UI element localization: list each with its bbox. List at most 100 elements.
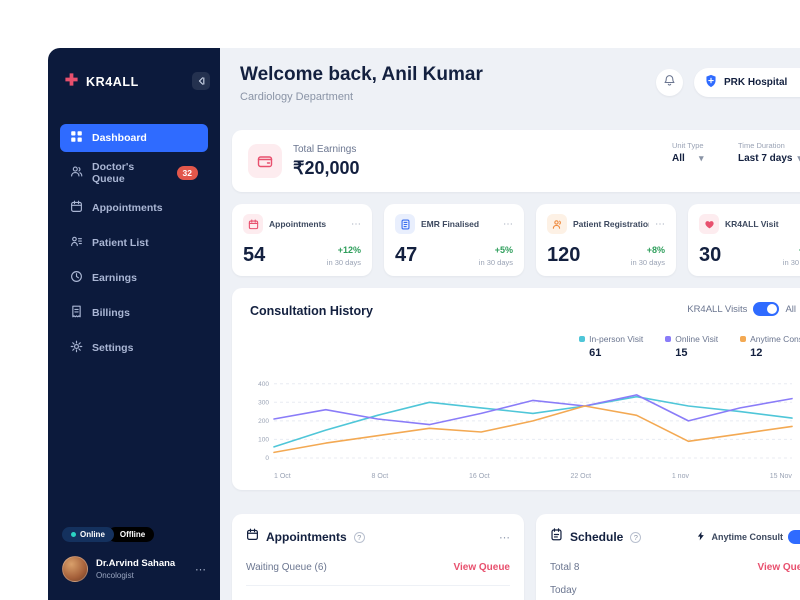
earnings-icon [70,270,83,286]
in-person-swatch [579,336,586,342]
sidebar-item-label: Appointments [92,202,163,214]
profile-section[interactable]: Dr.Arvind Sahana Oncologist ⋯ [48,556,220,600]
divider [246,585,510,586]
notifications-button[interactable] [656,69,683,96]
patient-list-icon [70,235,83,251]
appointments-icon [70,200,83,216]
chart-legend: In-person Visit 61 Online Visit 15 Anyti… [579,334,800,359]
unit-type-value: All [672,153,685,164]
view-queue-link[interactable]: View Queue [453,562,510,573]
consultation-chart: 400 300 200 100 0 [258,381,793,462]
stat-label: Patient Registrations [573,219,649,229]
sidebar-item-doctors-queue[interactable]: Doctor's Queue 32 [60,159,208,187]
anytime-consult-label: Anytime Consult [711,532,783,542]
legend-value: 61 [589,347,602,359]
online-status-pill[interactable]: Online [62,527,114,542]
offline-status-pill[interactable]: Offline [107,527,155,542]
stat-card-appointments: Appointments ⋯ 54 +12% in 30 days [232,204,372,276]
sidebar-item-billings[interactable]: Billings [60,299,208,327]
sidebar-item-earnings[interactable]: Earnings [60,264,208,292]
time-duration-label: Time Duration [738,141,785,150]
schedule-card: Schedule ? Anytime Consult Total 8 View … [536,514,800,600]
logo: KR4ALL [48,48,220,102]
online-swatch [665,336,672,342]
stat-delta: +5% [494,245,513,255]
svg-text:0: 0 [265,455,269,462]
legend-value: 12 [750,347,763,359]
sidebar-item-label: Settings [92,342,134,354]
more-icon[interactable]: ⋯ [503,219,513,230]
sidebar-item-appointments[interactable]: Appointments [60,194,208,222]
sidebar-item-settings[interactable]: Settings [60,334,208,362]
stat-label: Appointments [269,219,327,229]
chevron-down-icon: ▾ [699,153,704,163]
svg-text:300: 300 [258,399,269,406]
logo-cross-icon [64,72,79,92]
stat-label: EMR Finalised [421,219,480,229]
wallet-icon [248,144,282,178]
schedule-card-icon [550,528,563,546]
help-icon[interactable]: ? [630,531,642,543]
consultation-history-card: Consultation History KR4ALL Visits All I… [232,288,800,490]
sidebar-item-dashboard[interactable]: Dashboard [60,124,208,152]
sidebar-item-label: Doctor's Queue [92,161,135,185]
waiting-queue-label: Waiting Queue (6) [246,562,327,573]
sidebar-item-label: Patient List [92,237,149,249]
stat-card-emr-finalised: EMR Finalised ⋯ 47 +5% in 30 days [384,204,524,276]
more-icon[interactable]: ⋯ [351,219,361,230]
help-icon[interactable]: ? [353,531,365,543]
sidebar-item-label: Earnings [92,272,137,284]
svg-text:100: 100 [258,437,269,444]
heart-icon [699,214,719,234]
more-icon[interactable]: ⋯ [655,219,665,230]
profile-more-icon[interactable]: ⋯ [195,563,206,576]
total-earnings-card: Total Earnings ₹20,000 Unit Type All ▾ Ti… [232,130,800,192]
offline-label: Offline [119,530,146,539]
hospital-logo-icon [704,74,718,91]
sidebar-nav: Dashboard Doctor's Queue 32 Appointments… [48,124,220,362]
total-label: Total 8 [550,562,580,573]
collapse-sidebar-button[interactable] [192,72,210,90]
svg-text:200: 200 [258,418,269,425]
appointments-stat-icon [243,214,263,234]
page-header: Welcome back, Anil Kumar Cardiology Depa… [240,64,483,103]
page-subtitle: Cardiology Department [240,91,354,103]
anytime-swatch [740,336,747,342]
billings-icon [70,305,83,321]
stat-value: 47 [395,244,418,266]
stat-value: 30 [699,244,722,266]
today-label: Today [550,585,577,596]
chart-x-labels: 1 Oct 8 Oct 16 Oct 22 Oct 1 nov 15 Nov [274,473,792,480]
stat-delta: +8% [646,245,665,255]
sidebar-item-label: Dashboard [92,132,147,144]
x-tick-label: 16 Oct [469,473,490,480]
kr4all-visits-toggle[interactable] [753,302,780,316]
more-icon[interactable]: ⋯ [499,531,510,544]
availability-toggle: Online Offline [48,527,220,542]
view-queue-link[interactable]: View Queue [757,562,800,573]
sidebar-item-patient-list[interactable]: Patient List [60,229,208,257]
legend-in-person: In-person Visit 61 [579,334,643,359]
stat-period: in 30 days [782,258,800,267]
stat-period: in 30 days [478,258,513,267]
stat-delta: +12% [337,245,361,255]
queue-count-badge: 32 [176,166,198,180]
profile-role: Oncologist [96,570,134,580]
lightning-bolt-icon [696,528,706,546]
time-duration-dropdown[interactable]: Time Duration Last 7 days ▾ [738,141,800,164]
bell-icon [663,74,676,92]
stat-label: KR4ALL Visit [725,219,779,229]
all-label: All [785,303,796,315]
unit-type-dropdown[interactable]: Unit Type All ▾ [672,141,704,164]
anytime-consult-toggle[interactable] [788,530,800,544]
appointments-card-title: Appointments [266,530,347,544]
legend-value: 15 [675,347,688,359]
app-window: KR4ALL Dashboard Doctor's Queue 32 Appoi… [48,48,800,600]
hospital-name: PRK Hospital [724,77,788,88]
logo-text: KR4ALL [86,75,139,89]
page-title: Welcome back, Anil Kumar [240,64,483,85]
stats-row: Appointments ⋯ 54 +12% in 30 days EMR Fi… [232,204,800,276]
hospital-selector[interactable]: PRK Hospital ▾ [694,68,800,97]
patients-icon [547,214,567,234]
